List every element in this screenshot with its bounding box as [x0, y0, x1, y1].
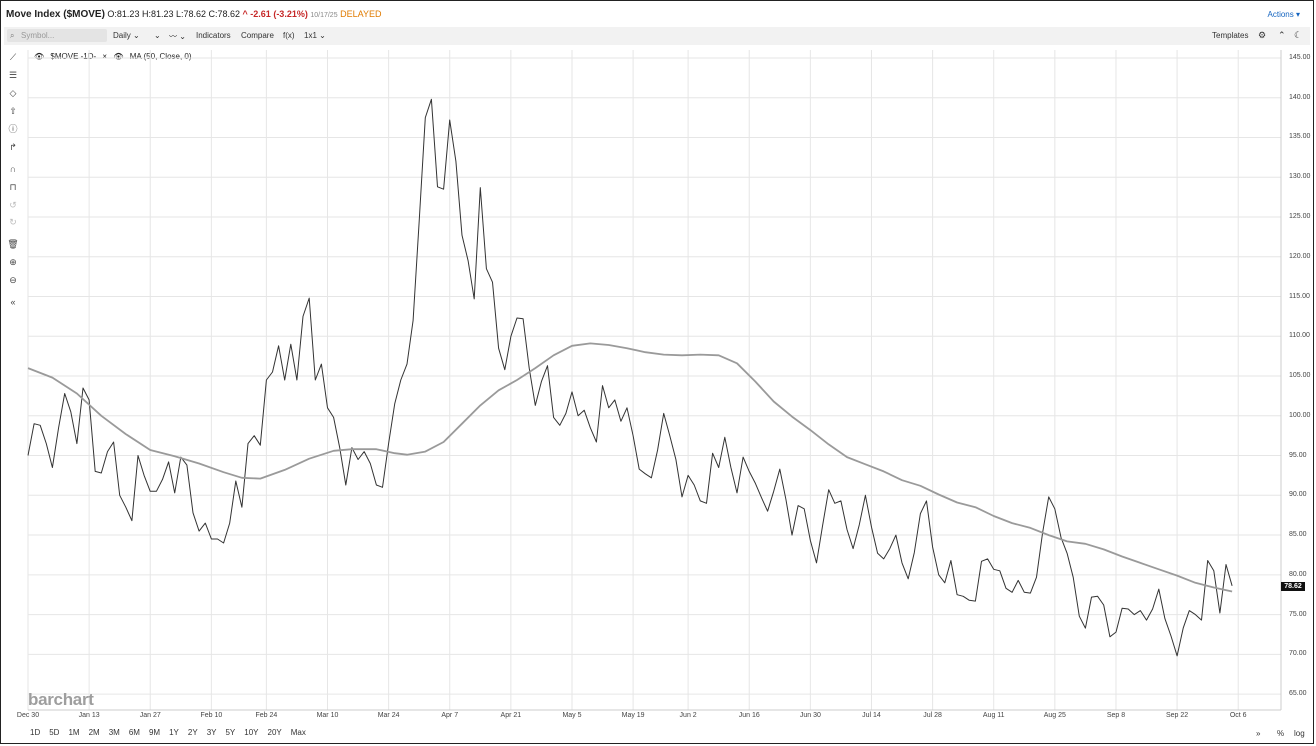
price-series-line — [27, 98, 1233, 657]
range-button-1d[interactable]: 1D — [30, 728, 40, 737]
x-tick-label: Jun 2 — [679, 712, 697, 719]
last-price-label: 78.62 — [1281, 582, 1305, 591]
range-button-max[interactable]: Max — [291, 728, 306, 737]
y-tick-label: 120.00 — [1289, 252, 1311, 260]
grid-lines — [27, 50, 1282, 711]
x-tick-label: Apr 7 — [441, 712, 459, 719]
x-tick-label: Jan 27 — [139, 712, 161, 719]
y-tick-label: 115.00 — [1289, 292, 1310, 300]
range-button-6m[interactable]: 6M — [129, 728, 140, 737]
range-button-3y[interactable]: 3Y — [207, 728, 217, 737]
range-button-10y[interactable]: 10Y — [244, 728, 258, 737]
x-tick-label: Jun 30 — [799, 712, 821, 719]
y-tick-label: 135.00 — [1289, 133, 1311, 141]
chart-series — [27, 98, 1233, 657]
range-button-5y[interactable]: 5Y — [225, 728, 235, 737]
chevron-double-down-icon[interactable]: » — [1256, 729, 1260, 738]
x-tick-label: Feb 10 — [200, 712, 223, 719]
x-tick-label: Feb 24 — [255, 712, 278, 719]
x-tick-label: May 5 — [562, 712, 582, 719]
x-tick-label: May 19 — [621, 712, 645, 719]
x-tick-label: Oct 6 — [1229, 712, 1247, 719]
y-tick-label: 85.00 — [1289, 531, 1307, 539]
price-chart[interactable] — [0, 0, 1316, 746]
x-tick-label: Dec 30 — [16, 712, 40, 719]
y-tick-label: 130.00 — [1289, 173, 1311, 181]
range-button-9m[interactable]: 9M — [149, 728, 160, 737]
y-tick-label: 80.00 — [1289, 570, 1307, 578]
barchart-watermark: barchart — [28, 690, 94, 709]
y-tick-label: 70.00 — [1289, 650, 1307, 658]
x-tick-label: Sep 8 — [1106, 712, 1126, 719]
x-tick-label: Jun 16 — [738, 712, 760, 719]
y-tick-label: 110.00 — [1289, 332, 1310, 340]
x-tick-label: Jul 28 — [923, 712, 942, 719]
range-button-1y[interactable]: 1Y — [169, 728, 179, 737]
log-toggle[interactable]: log — [1294, 729, 1305, 738]
percent-toggle[interactable]: % — [1277, 729, 1284, 738]
x-tick-label: Mar 10 — [316, 712, 339, 719]
x-tick-label: Jul 14 — [862, 712, 881, 719]
range-button-1m[interactable]: 1M — [68, 728, 79, 737]
y-tick-label: 95.00 — [1289, 451, 1307, 459]
y-tick-label: 145.00 — [1289, 53, 1311, 61]
range-buttons: 1D 5D 1M 2M 3M 6M 9M 1Y 2Y 3Y 5Y 10Y 20Y Max — [30, 728, 315, 737]
y-tick-label: 90.00 — [1289, 491, 1307, 499]
moving-average-line — [27, 342, 1233, 593]
y-tick-label: 65.00 — [1289, 690, 1307, 698]
range-button-2m[interactable]: 2M — [89, 728, 100, 737]
range-button-5d[interactable]: 5D — [49, 728, 59, 737]
y-tick-label: 125.00 — [1289, 212, 1311, 220]
x-tick-label: Aug 25 — [1043, 712, 1066, 719]
x-tick-label: Apr 21 — [500, 712, 522, 719]
y-tick-label: 100.00 — [1289, 411, 1311, 419]
y-tick-label: 75.00 — [1289, 610, 1307, 618]
x-tick-label: Jan 13 — [78, 712, 100, 719]
range-button-2y[interactable]: 2Y — [188, 728, 198, 737]
x-tick-label: Aug 11 — [982, 712, 1005, 719]
y-tick-label: 105.00 — [1289, 372, 1311, 380]
range-button-3m[interactable]: 3M — [109, 728, 120, 737]
x-tick-label: Mar 24 — [377, 712, 400, 719]
y-tick-label: 140.00 — [1289, 93, 1311, 101]
x-tick-label: Sep 22 — [1165, 712, 1189, 719]
range-button-20y[interactable]: 20Y — [268, 728, 282, 737]
